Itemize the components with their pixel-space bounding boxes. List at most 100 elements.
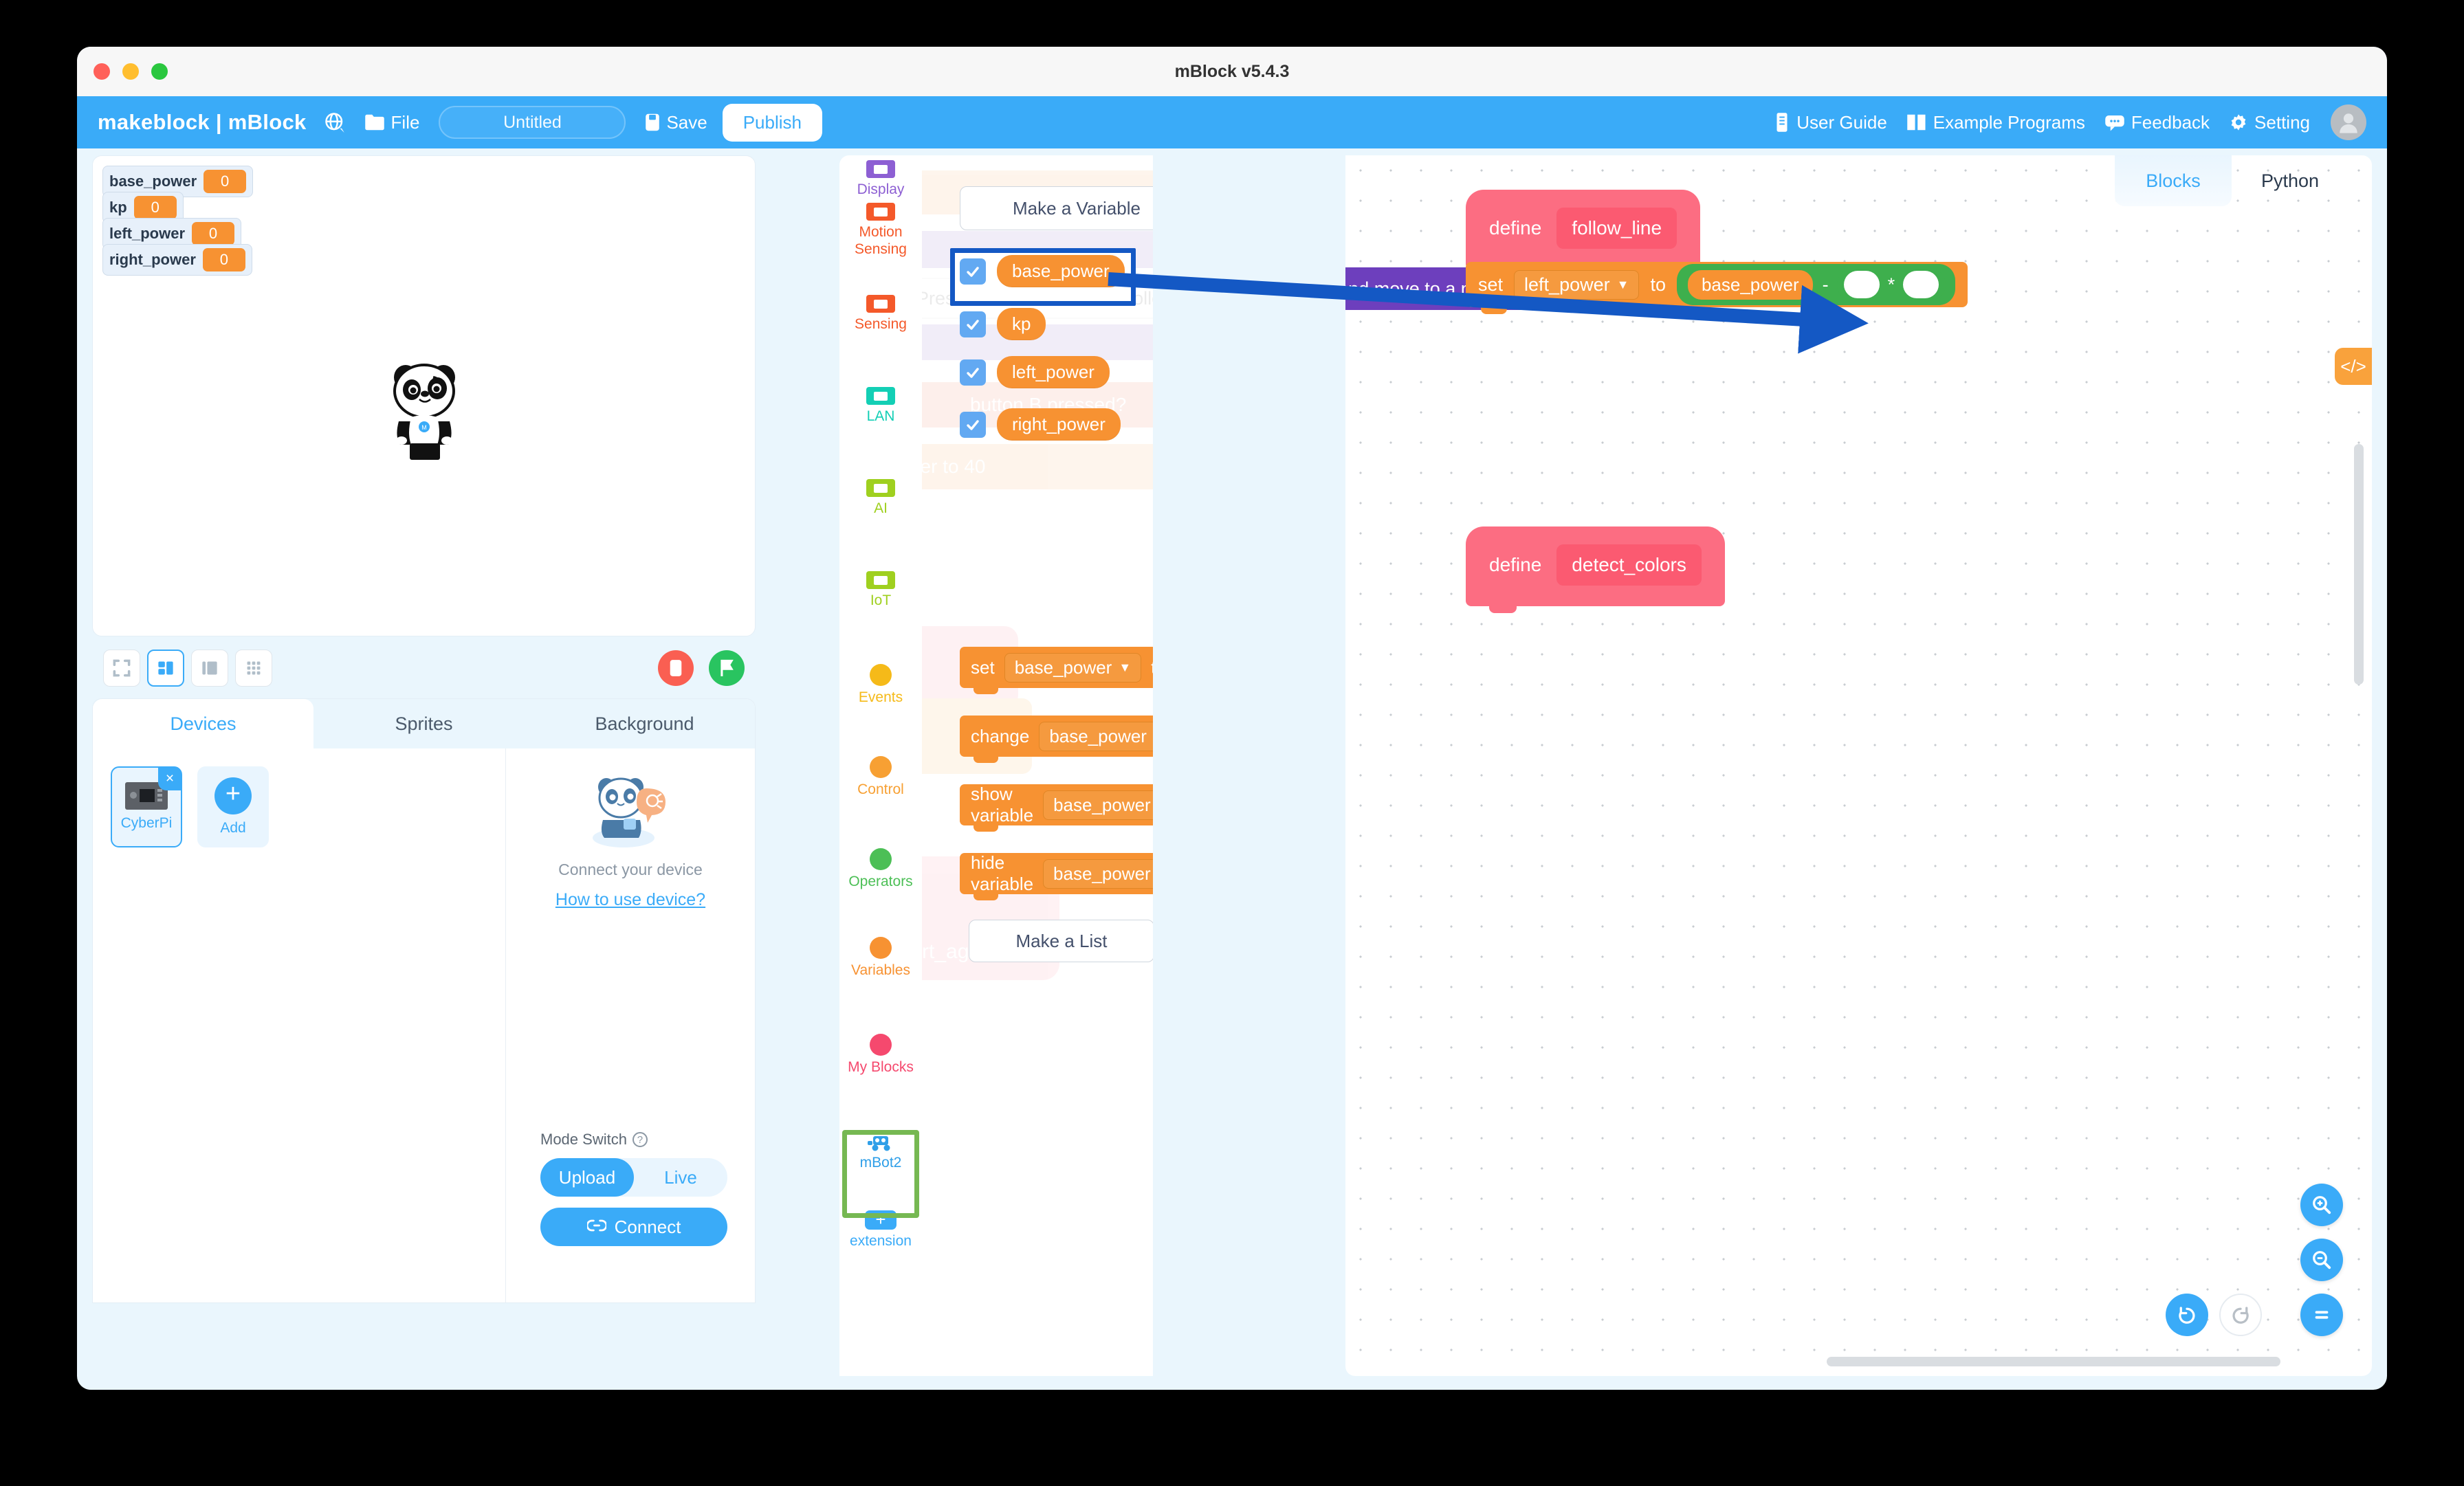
block-variable-dropdown[interactable]: base_power▼ — [1043, 858, 1153, 889]
make-a-list-button[interactable]: Make a List — [969, 920, 1153, 962]
category-label: AI — [874, 500, 888, 516]
variable-pill[interactable]: right_power — [997, 408, 1121, 441]
save-button[interactable]: Save — [645, 112, 707, 133]
category-lan[interactable]: LAN — [839, 378, 922, 432]
block-variable-dropdown[interactable]: base_power▼ — [1004, 652, 1142, 683]
category-iot[interactable]: IoT — [839, 562, 922, 616]
palette-block-show-variable[interactable]: show variable base_power▼ — [960, 784, 1153, 832]
category-sensing[interactable]: Sensing — [839, 286, 922, 340]
define-name-detect-colors[interactable]: detect_colors — [1556, 544, 1702, 586]
category-events[interactable]: Events — [839, 655, 922, 713]
palette-block-change-variable[interactable]: changebase_power▼by1 — [960, 716, 1153, 763]
variable-pill[interactable]: kp — [997, 308, 1046, 340]
example-programs-button[interactable]: Example Programs — [1906, 112, 2085, 133]
mode-switch-toggle[interactable]: Upload Live — [540, 1158, 727, 1197]
stage[interactable]: base_power 0 kp 0 left_power 0 right_power 0 — [92, 155, 756, 636]
device-tab-devices[interactable]: Devices — [93, 699, 314, 748]
user-guide-button[interactable]: User Guide — [1774, 112, 1887, 133]
tab-blocks[interactable]: Blocks — [2115, 155, 2232, 206]
device-tab-background[interactable]: Background — [534, 699, 755, 748]
palette-variable-kp[interactable]: kp — [960, 308, 1046, 340]
mode-option-live[interactable]: Live — [634, 1158, 727, 1197]
variable-checkbox[interactable] — [960, 411, 986, 438]
device-tab-sprites[interactable]: Sprites — [314, 699, 534, 748]
layout-grid-icon[interactable] — [235, 650, 272, 687]
stop-button[interactable] — [658, 650, 694, 686]
define-detect-colors-block[interactable]: define detect_colors — [1466, 526, 1725, 613]
category-motion-sensing[interactable]: Motion Sensing — [839, 194, 922, 265]
category-label: Variables — [851, 962, 910, 978]
setting-button[interactable]: Setting — [2229, 112, 2310, 133]
category-my-blocks[interactable]: My Blocks — [839, 1025, 922, 1083]
multiply-right-slot[interactable] — [1903, 271, 1939, 298]
connect-button[interactable]: Connect — [540, 1208, 727, 1246]
define-follow-line-block[interactable]: define follow_line — [1466, 190, 1701, 276]
block-keyword: show variable — [971, 784, 1034, 825]
globe-icon[interactable] — [324, 112, 345, 133]
undo-icon[interactable] — [2166, 1294, 2208, 1336]
category-ai[interactable]: AI — [839, 470, 922, 524]
variable-checkbox[interactable] — [960, 359, 986, 386]
redo-icon[interactable] — [2219, 1294, 2262, 1336]
palette-variable-base_power[interactable]: base_power — [960, 255, 1125, 287]
block-palette[interactable]: Press B to start color line following an… — [922, 155, 1153, 1376]
avatar[interactable] — [2331, 104, 2366, 140]
multiply-operator-block[interactable]: * — [1836, 268, 1946, 301]
tab-python[interactable]: Python — [2232, 155, 2348, 206]
variable-checkbox[interactable] — [960, 258, 986, 285]
green-flag-button[interactable] — [709, 650, 745, 686]
define-name-follow-line[interactable]: follow_line — [1556, 208, 1678, 249]
subtract-operator-block[interactable]: base_power - * — [1676, 264, 1956, 305]
how-to-use-device-link[interactable]: How to use device? — [556, 890, 705, 910]
chip-icon — [866, 203, 895, 221]
palette-block-set-variable[interactable]: setbase_power▼to0 — [960, 647, 1153, 694]
category-mbot2[interactable]: mBot2 — [839, 1124, 922, 1178]
file-menu[interactable]: File — [364, 112, 419, 133]
operand-base-power[interactable]: base_power — [1686, 268, 1814, 301]
fullscreen-icon[interactable] — [103, 650, 140, 687]
app-toolbar: makeblock | mBlock File Untitled Save Pu… — [77, 96, 2387, 148]
block-variable-dropdown[interactable]: base_power▼ — [1039, 721, 1153, 751]
svg-text:M: M — [421, 424, 427, 431]
canvas-set-left-power-block[interactable]: set left_power ▼ to base_power - * — [1466, 262, 1968, 314]
example-programs-label: Example Programs — [1933, 111, 2085, 133]
multiply-left-slot[interactable] — [1843, 271, 1880, 298]
project-name-input[interactable]: Untitled — [439, 106, 626, 139]
make-a-variable-button[interactable]: Make a Variable — [960, 186, 1153, 230]
toolbar-right-group: User Guide Example Programs Feedback Set… — [1754, 104, 2366, 140]
panda-sprite[interactable]: M — [385, 362, 464, 465]
block-variable-dropdown[interactable]: base_power▼ — [1043, 790, 1153, 820]
block-keyword: change — [971, 725, 1030, 746]
publish-button[interactable]: Publish — [722, 103, 822, 142]
set-variable-dropdown[interactable]: left_power ▼ — [1514, 269, 1640, 300]
zoom-out-icon[interactable] — [2300, 1239, 2343, 1281]
device-card-cyberpi[interactable]: × CyberPi — [111, 766, 182, 847]
palette-variable-left_power[interactable]: left_power — [960, 356, 1110, 388]
layout-large-stage-icon[interactable] — [191, 650, 228, 687]
palette-block-hide-variable[interactable]: hide variable base_power▼ — [960, 852, 1153, 900]
monitor-name: left_power — [109, 225, 186, 242]
variable-pill[interactable]: left_power — [997, 356, 1110, 388]
remove-device-button[interactable]: × — [158, 767, 182, 790]
zoom-reset-icon[interactable] — [2300, 1294, 2343, 1336]
canvas-horizontal-scrollbar[interactable] — [1827, 1357, 2280, 1366]
zoom-in-icon[interactable] — [2300, 1184, 2343, 1226]
canvas-vertical-scrollbar[interactable] — [2354, 444, 2364, 685]
variable-monitor[interactable]: right_power 0 — [102, 244, 252, 276]
plus-icon: + — [865, 1210, 896, 1230]
palette-variable-right_power[interactable]: right_power — [960, 408, 1121, 441]
code-canvas[interactable]: Blocks Python </> stop and move to a new… — [1345, 155, 2372, 1376]
feedback-button[interactable]: Feedback — [2104, 112, 2210, 133]
mode-option-upload[interactable]: Upload — [540, 1158, 634, 1197]
category-control[interactable]: Control — [839, 747, 922, 805]
help-icon[interactable]: ? — [632, 1132, 648, 1147]
code-view-icon[interactable]: </> — [2335, 348, 2372, 385]
books-icon — [1906, 113, 1927, 132]
variable-checkbox[interactable] — [960, 311, 986, 337]
category-extension[interactable]: + extension — [839, 1201, 922, 1256]
layout-small-stage-icon[interactable] — [147, 650, 184, 687]
add-device-button[interactable]: + Add — [197, 766, 269, 847]
variable-pill[interactable]: base_power — [997, 255, 1125, 287]
category-variables[interactable]: Variables — [839, 928, 922, 986]
category-operators[interactable]: Operators — [839, 839, 922, 897]
